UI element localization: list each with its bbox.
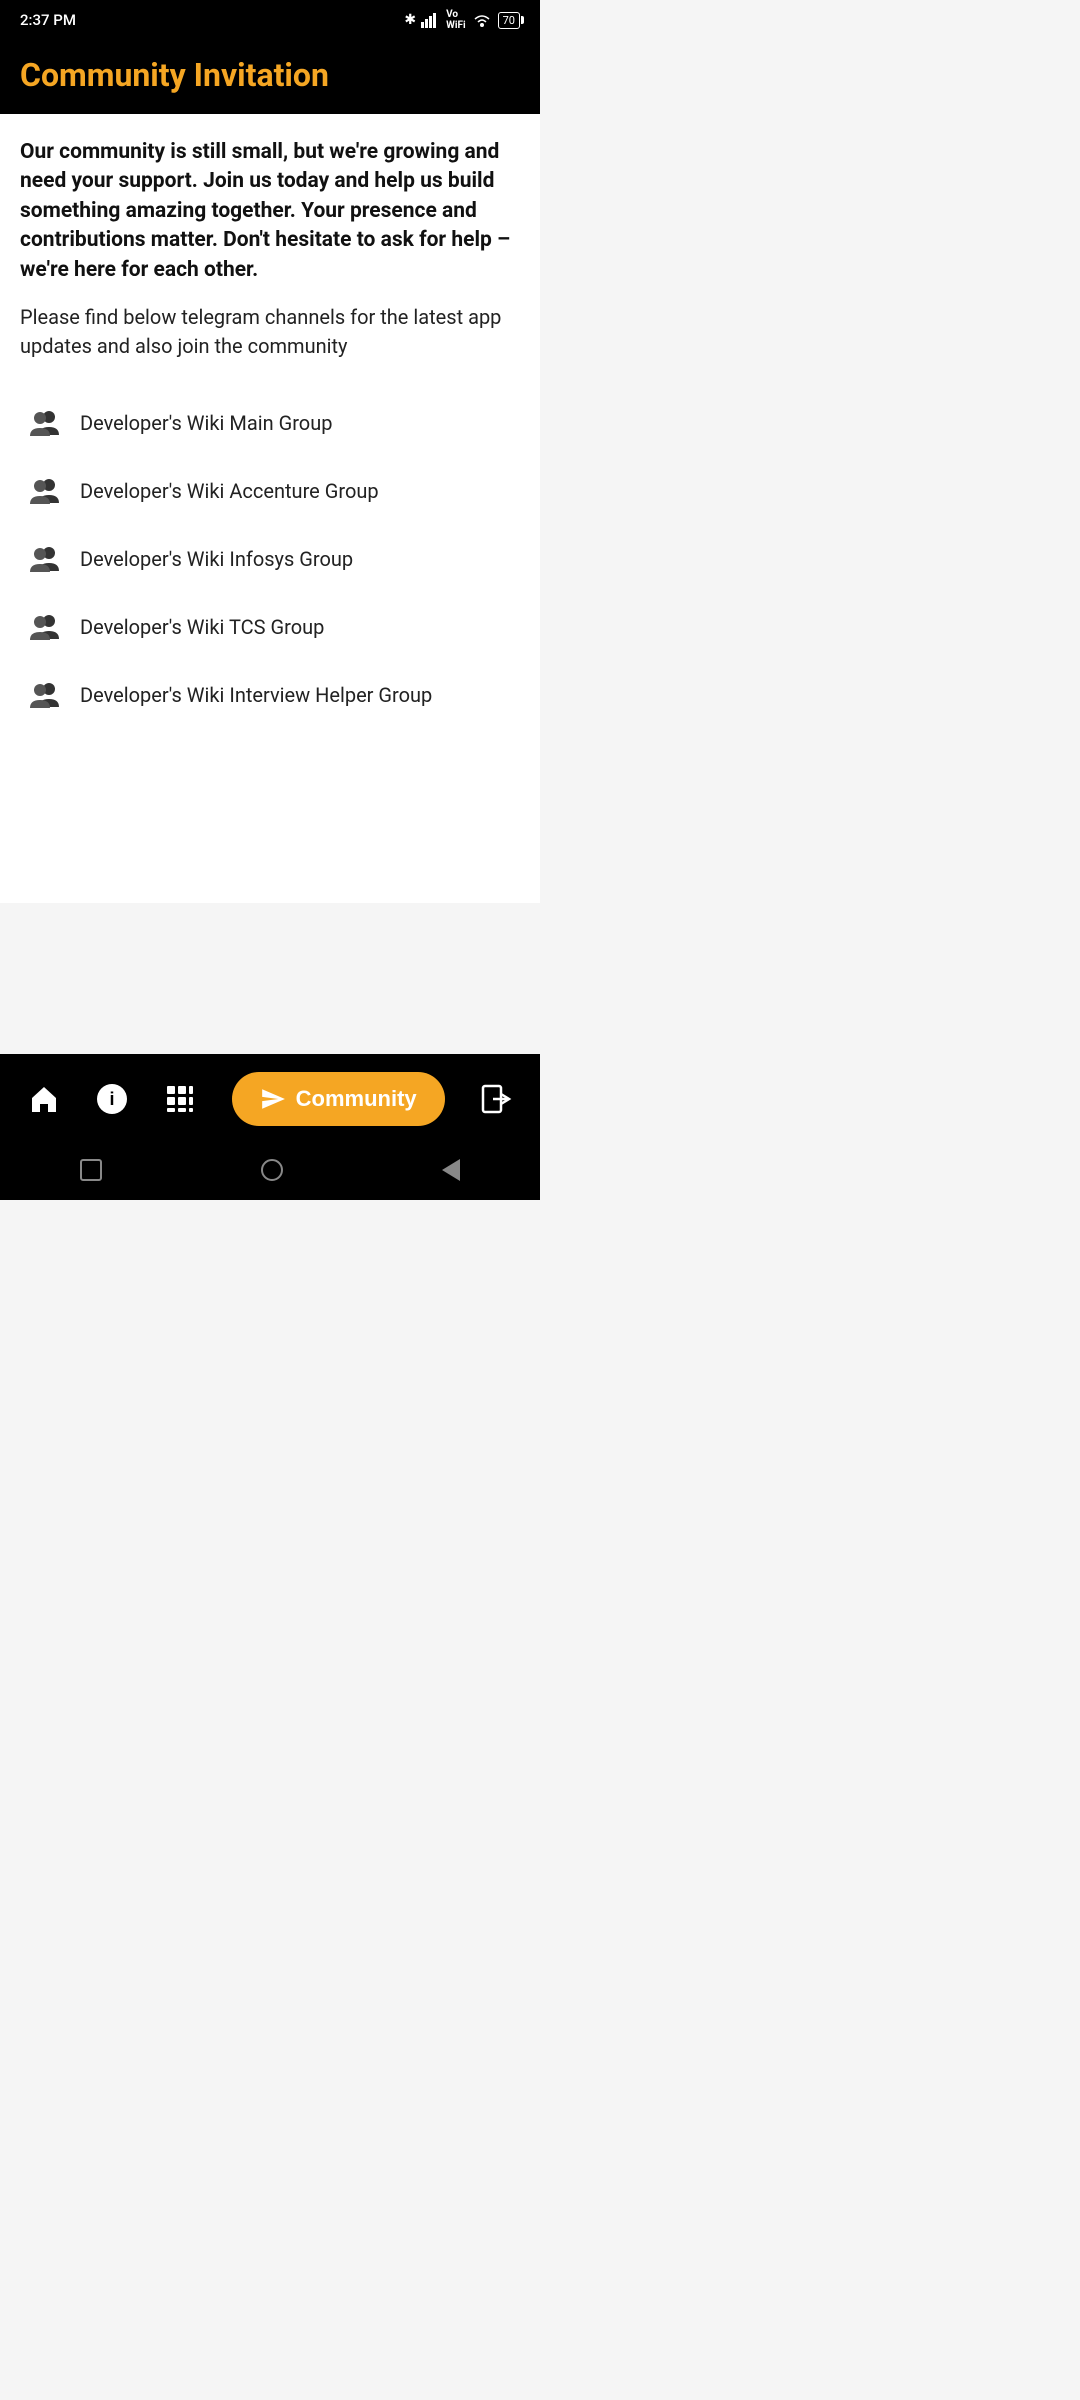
- page-title: Community Invitation: [20, 56, 520, 94]
- group-list: Developer's Wiki Main Group Developer's …: [20, 389, 520, 729]
- group-item[interactable]: Developer's Wiki Accenture Group: [20, 457, 520, 525]
- group-icon: [24, 475, 64, 507]
- group-item[interactable]: Developer's Wiki Infosys Group: [20, 525, 520, 593]
- group-item[interactable]: Developer's Wiki Main Group: [20, 389, 520, 457]
- group-item[interactable]: Developer's Wiki Interview Helper Group: [20, 661, 520, 729]
- header: Community Invitation: [0, 40, 540, 114]
- send-icon: [260, 1086, 286, 1112]
- recents-button[interactable]: [80, 1159, 102, 1181]
- group-item[interactable]: Developer's Wiki TCS Group: [20, 593, 520, 661]
- wifi-icon: [471, 12, 493, 28]
- signal-icon: [421, 12, 441, 28]
- logout-button[interactable]: [479, 1082, 513, 1116]
- svg-text:i: i: [110, 1089, 115, 1109]
- community-button[interactable]: Community: [232, 1072, 445, 1126]
- back-icon: [442, 1159, 460, 1181]
- grid-icon: [163, 1082, 197, 1116]
- group-name: Developer's Wiki Main Group: [80, 411, 332, 435]
- bluetooth-icon: ✱: [404, 12, 416, 28]
- group-icon: [24, 679, 64, 711]
- logout-icon: [479, 1082, 513, 1116]
- home-android-button[interactable]: [261, 1159, 283, 1181]
- grid-button[interactable]: [163, 1082, 197, 1116]
- status-icons: ✱ VoWiFi 70: [404, 9, 520, 31]
- recents-icon: [80, 1159, 102, 1181]
- info-icon: i: [95, 1082, 129, 1116]
- home-icon: [27, 1082, 61, 1116]
- back-button[interactable]: [442, 1159, 460, 1181]
- main-content: Our community is still small, but we're …: [0, 114, 540, 903]
- group-name: Developer's Wiki Infosys Group: [80, 547, 353, 571]
- group-icon: [24, 543, 64, 575]
- home-button[interactable]: [27, 1082, 61, 1116]
- android-nav-bar: [0, 1144, 540, 1200]
- community-label: Community: [296, 1086, 417, 1112]
- home-circle-icon: [261, 1159, 283, 1181]
- intro-regular-text: Please find below telegram channels for …: [20, 303, 520, 361]
- status-bar: 2:37 PM ✱ VoWiFi 70: [0, 0, 540, 40]
- battery-icon: 70: [498, 12, 520, 29]
- info-button[interactable]: i: [95, 1082, 129, 1116]
- bottom-nav: i Community: [0, 1054, 540, 1144]
- intro-bold-text: Our community is still small, but we're …: [20, 138, 520, 285]
- group-name: Developer's Wiki Accenture Group: [80, 479, 379, 503]
- status-time: 2:37 PM: [20, 11, 76, 29]
- group-name: Developer's Wiki Interview Helper Group: [80, 683, 432, 707]
- group-icon: [24, 611, 64, 643]
- group-icon: [24, 407, 64, 439]
- group-name: Developer's Wiki TCS Group: [80, 615, 324, 639]
- vowifi-icon: VoWiFi: [446, 9, 466, 31]
